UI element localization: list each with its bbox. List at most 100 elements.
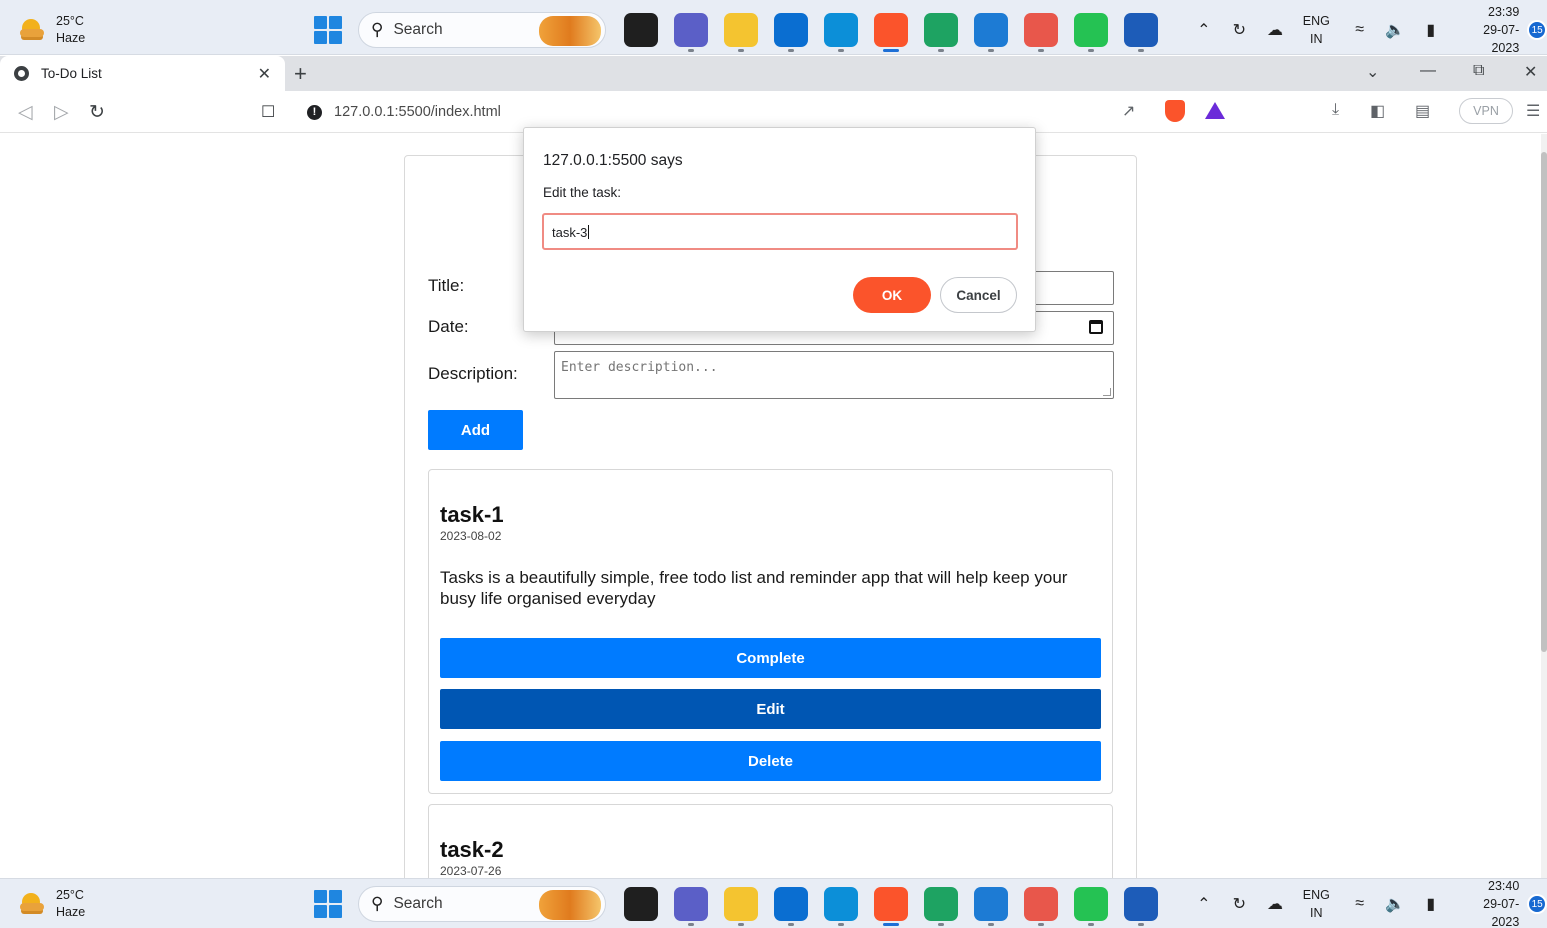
- language-indicator[interactable]: ENG IN: [1303, 12, 1330, 48]
- task-card: task-1 2023-08-02 Tasks is a beautifully…: [428, 469, 1113, 794]
- url-field[interactable]: ! 127.0.0.1:5500/index.html: [295, 95, 1235, 129]
- new-tab-button[interactable]: +: [294, 61, 307, 87]
- chrome-icon[interactable]: [924, 887, 958, 926]
- minimize-icon[interactable]: —: [1420, 62, 1436, 80]
- chrome-icon[interactable]: [924, 13, 958, 52]
- start-button[interactable]: [314, 890, 342, 918]
- edge-icon[interactable]: [824, 887, 858, 926]
- file-explorer-icon[interactable]: [724, 887, 758, 926]
- brave-icon[interactable]: [874, 13, 908, 52]
- edit-button[interactable]: Edit: [440, 689, 1101, 729]
- whatsapp-icon[interactable]: [1074, 13, 1108, 52]
- bookmark-icon[interactable]: ☐: [261, 102, 275, 122]
- text-caret: [588, 225, 590, 239]
- clock[interactable]: 23:40 29-07-2023: [1457, 877, 1520, 928]
- reload-icon[interactable]: ↻: [89, 101, 105, 124]
- wifi-icon[interactable]: ≈: [1349, 21, 1371, 39]
- weather-widget[interactable]: 25°C Haze: [18, 887, 85, 921]
- dialog-message: Edit the task:: [543, 185, 622, 200]
- calendar-icon[interactable]: [1089, 320, 1103, 334]
- taskbar-search-label: Search: [393, 895, 443, 912]
- close-window-icon[interactable]: ✕: [1524, 62, 1537, 82]
- microsoft-store-icon[interactable]: [774, 887, 808, 926]
- teams-chat-icon[interactable]: [674, 887, 708, 926]
- back-icon[interactable]: ◁: [18, 101, 33, 124]
- taskbar-search[interactable]: ⚲ Search: [358, 886, 606, 922]
- restore-icon[interactable]: ⧉: [1473, 62, 1484, 80]
- file-explorer-icon[interactable]: [724, 13, 758, 52]
- clock[interactable]: 23:39 29-07-2023: [1457, 3, 1520, 57]
- clock-time: 23:39: [1488, 5, 1520, 19]
- notification-badge[interactable]: 15: [1527, 894, 1547, 914]
- cloud-error-icon[interactable]: ☁: [1264, 20, 1286, 40]
- cancel-button[interactable]: Cancel: [940, 277, 1017, 313]
- complete-button[interactable]: Complete: [440, 638, 1101, 678]
- chevron-up-icon[interactable]: ⌃: [1193, 894, 1215, 914]
- task-view-icon[interactable]: [624, 13, 658, 47]
- tab-close-icon[interactable]: ✕: [258, 64, 271, 84]
- tab-todo-list[interactable]: To-Do List ✕: [0, 56, 285, 91]
- sidebar-icon[interactable]: ◧: [1370, 101, 1385, 121]
- add-button[interactable]: Add: [428, 410, 523, 450]
- notification-badge[interactable]: 15: [1527, 20, 1547, 40]
- chevron-up-icon[interactable]: ⌃: [1193, 20, 1215, 40]
- word-icon[interactable]: [1124, 887, 1158, 926]
- info-icon[interactable]: !: [307, 104, 322, 120]
- description-label: Description:: [428, 364, 518, 383]
- snipping-tool-icon[interactable]: [1024, 13, 1058, 52]
- search-icon: ⚲: [371, 894, 384, 913]
- brave-rewards-icon[interactable]: [1205, 102, 1225, 119]
- microsoft-store-icon[interactable]: [774, 13, 808, 52]
- battery-icon[interactable]: ▮: [1420, 20, 1442, 40]
- language-indicator[interactable]: ENG IN: [1303, 886, 1330, 922]
- taskbar-search-label: Search: [393, 21, 443, 38]
- start-button[interactable]: [314, 16, 342, 44]
- weather-widget[interactable]: 25°C Haze: [18, 13, 85, 47]
- page-scrollbar[interactable]: [1541, 134, 1547, 878]
- weather-description: Haze: [56, 31, 86, 45]
- description-textarea[interactable]: Enter description...: [554, 351, 1114, 399]
- task-view-icon[interactable]: [624, 887, 658, 921]
- scrollbar-thumb[interactable]: [1541, 152, 1547, 652]
- whatsapp-icon[interactable]: [1074, 887, 1108, 926]
- brave-shields-icon[interactable]: [1165, 100, 1185, 122]
- search-icon: ⚲: [371, 20, 384, 39]
- brave-icon[interactable]: [874, 887, 908, 926]
- weather-haze-icon: [18, 17, 48, 43]
- forward-icon[interactable]: ▷: [54, 101, 69, 124]
- vscode-icon[interactable]: [974, 887, 1008, 926]
- taskbar-bottom: 25°C Haze ⚲ Search ⌃ ↻ ☁ ENG IN ≈ 🔈 ▮ 23…: [0, 878, 1547, 928]
- share-icon[interactable]: ↗: [1122, 101, 1135, 121]
- system-tray: ⌃ ↻ ☁ ENG IN ≈ 🔈 ▮ 23:39 29-07-2023 15: [1186, 5, 1547, 55]
- tab-strip: To-Do List ✕ + ⌄ — ⧉ ✕: [0, 56, 1547, 91]
- edge-icon[interactable]: [824, 13, 858, 52]
- clock-time: 23:40: [1488, 879, 1520, 893]
- battery-icon[interactable]: ▮: [1420, 894, 1442, 914]
- dialog-input[interactable]: task-3: [542, 213, 1018, 250]
- vpn-button[interactable]: VPN: [1459, 98, 1513, 124]
- task-card: task-2 2023-07-26: [428, 804, 1113, 878]
- wallet-icon[interactable]: ▤: [1415, 101, 1430, 121]
- tab-search-chevron-icon[interactable]: ⌄: [1366, 62, 1379, 82]
- sync-icon[interactable]: ↻: [1229, 20, 1251, 40]
- taskbar-search[interactable]: ⚲ Search: [358, 12, 606, 48]
- dialog-input-value: task-3: [552, 225, 588, 240]
- title-label: Title:: [428, 276, 465, 295]
- resize-handle-icon[interactable]: [1103, 388, 1111, 396]
- cloud-error-icon[interactable]: ☁: [1264, 894, 1286, 914]
- teams-chat-icon[interactable]: [674, 13, 708, 52]
- wifi-icon[interactable]: ≈: [1349, 895, 1371, 913]
- word-icon[interactable]: [1124, 13, 1158, 52]
- speaker-icon[interactable]: 🔈: [1384, 20, 1406, 40]
- snipping-tool-icon[interactable]: [1024, 887, 1058, 926]
- weather-temperature: 25°C: [56, 888, 84, 902]
- download-icon[interactable]: ⤓: [1332, 101, 1339, 119]
- sync-icon[interactable]: ↻: [1229, 894, 1251, 914]
- ok-button[interactable]: OK: [853, 277, 931, 313]
- task-description: Tasks is a beautifully simple, free todo…: [440, 568, 1068, 608]
- delete-button[interactable]: Delete: [440, 741, 1101, 781]
- pinned-apps: [616, 887, 1166, 926]
- speaker-icon[interactable]: 🔈: [1384, 894, 1406, 914]
- menu-icon[interactable]: ☰: [1526, 101, 1540, 121]
- vscode-icon[interactable]: [974, 13, 1008, 52]
